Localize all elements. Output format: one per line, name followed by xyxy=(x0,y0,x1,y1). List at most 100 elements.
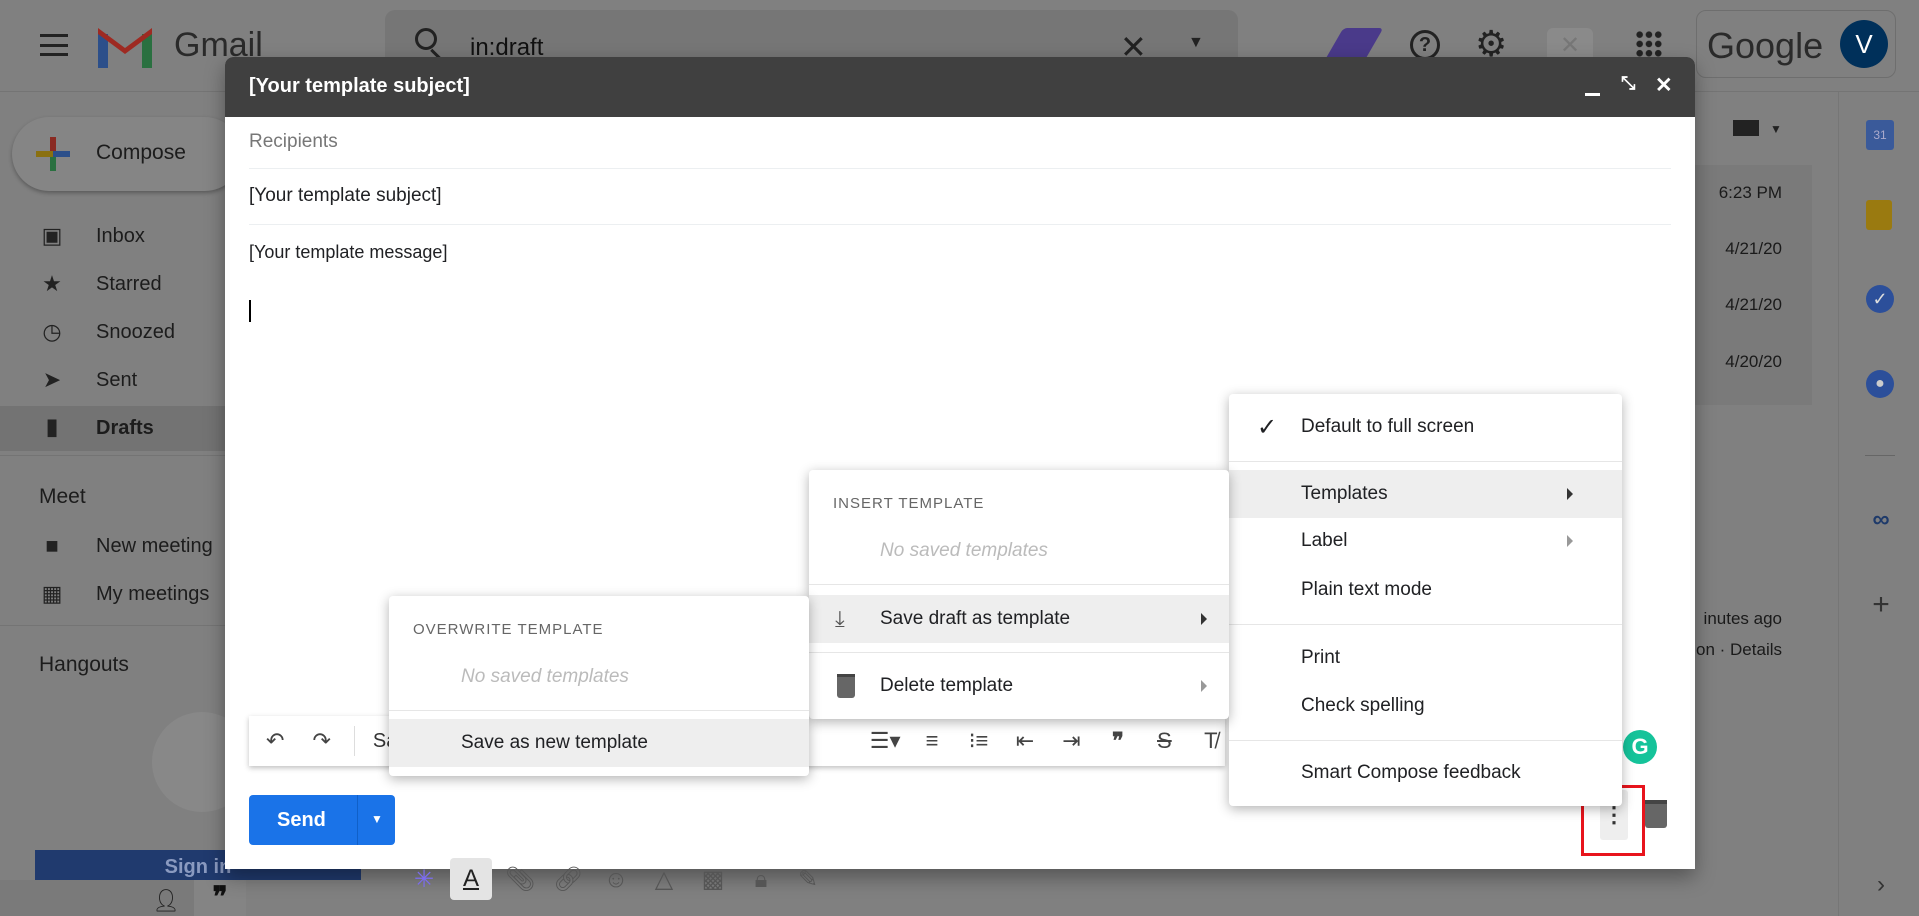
main-menu-icon[interactable] xyxy=(40,34,68,56)
calendar-icon: ▦ xyxy=(41,581,63,606)
search-options-icon[interactable]: ▼ xyxy=(1188,34,1204,52)
divider xyxy=(809,584,1229,585)
clock-icon: ◷ xyxy=(42,319,62,344)
exit-full-screen-icon[interactable]: ⤡ xyxy=(1621,73,1635,94)
confidential-mode-icon[interactable]: 🔒︎ xyxy=(746,865,776,895)
divider xyxy=(353,726,355,756)
help-icon[interactable]: ? xyxy=(1410,30,1440,60)
menu-item-plain-text-mode[interactable]: Plain text mode xyxy=(1229,566,1622,614)
menu-item-label: Print xyxy=(1301,647,1341,668)
insert-template-empty: No saved templates xyxy=(880,540,1048,561)
attach-icon[interactable]: 📎︎ xyxy=(505,865,535,895)
menu-item-label: Save as new template xyxy=(461,732,648,753)
submenu-arrow-icon xyxy=(1567,488,1573,500)
menu-item-templates[interactable]: Templates xyxy=(1229,470,1622,518)
zoho-addon-icon[interactable]: ∞ xyxy=(1866,505,1896,535)
sidebar-item-label: My meetings xyxy=(96,582,210,605)
strikethrough-icon[interactable]: S xyxy=(1150,728,1178,754)
sidebar-item-label: Sent xyxy=(96,368,138,391)
sidebar-item-label: Starred xyxy=(96,272,162,295)
side-panel-divider xyxy=(1838,92,1839,916)
get-addons-plus-icon[interactable]: + xyxy=(1866,590,1896,620)
sparkle-addon-icon[interactable]: ✳ xyxy=(409,865,439,895)
compose-button[interactable]: Compose xyxy=(12,117,242,191)
google-keep-icon[interactable] xyxy=(1866,200,1896,230)
sidebar-item-starred[interactable]: ★ Starred xyxy=(0,263,225,305)
compose-title: [Your template subject] xyxy=(249,75,470,97)
menu-item-label: Templates xyxy=(1301,483,1388,504)
signature-pen-icon[interactable]: ✎ xyxy=(793,865,823,895)
send-button[interactable]: Send ▼ xyxy=(249,795,395,845)
divider xyxy=(1229,461,1622,462)
sidebar-item-drafts[interactable]: ▮ Drafts xyxy=(0,406,225,451)
input-tools-keyboard-icon[interactable] xyxy=(1733,120,1759,136)
more-options-menu: ✓ Default to full screen Templates Label … xyxy=(1229,394,1622,806)
menu-item-label: Check spelling xyxy=(1301,695,1425,716)
numbered-list-icon[interactable]: ≡ xyxy=(918,728,946,754)
divider xyxy=(1229,624,1622,625)
sidebar-item-label: New meeting xyxy=(96,534,213,557)
email-date[interactable]: 4/20/20 xyxy=(1695,352,1812,372)
avatar[interactable]: V xyxy=(1840,20,1888,68)
google-tasks-icon[interactable]: ✓ xyxy=(1866,285,1896,315)
close-icon[interactable]: ✕ xyxy=(1655,73,1673,98)
grammarly-icon[interactable]: G xyxy=(1623,730,1657,764)
google-account-box[interactable]: Google V xyxy=(1696,10,1896,78)
hangouts-heading: Hangouts xyxy=(39,653,129,676)
send-label: Send xyxy=(277,809,326,831)
send-options-dropdown-icon[interactable]: ▼ xyxy=(371,812,383,826)
google-drive-icon[interactable]: △ xyxy=(649,865,679,895)
insert-link-icon[interactable]: 🔗︎ xyxy=(553,865,583,895)
email-date[interactable]: 6:23 PM xyxy=(1695,183,1812,203)
templates-submenu: INSERT TEMPLATE No saved templates ⤓ Save… xyxy=(809,470,1229,719)
menu-item-label[interactable]: Label xyxy=(1229,517,1622,565)
google-calendar-icon[interactable]: 31 xyxy=(1866,120,1896,150)
menu-item-label: Save draft as template xyxy=(880,608,1071,629)
menu-item-save-draft-as-template[interactable]: ⤓ Save draft as template xyxy=(809,595,1229,643)
menu-item-delete-template[interactable]: Delete template xyxy=(809,662,1229,710)
hangouts-quote-icon[interactable]: ❞ xyxy=(194,880,246,916)
emoji-icon[interactable]: ☺ xyxy=(601,865,631,895)
redo-icon[interactable]: ↷ xyxy=(307,728,335,754)
sidebar-item-my-meetings[interactable]: ▦ My meetings xyxy=(0,573,225,615)
insert-template-heading: INSERT TEMPLATE xyxy=(833,495,985,512)
search-icon[interactable] xyxy=(415,28,437,50)
details-link[interactable]: on · Details xyxy=(1695,640,1812,660)
expand-panel-chevron-icon[interactable]: › xyxy=(1866,870,1896,900)
formatting-options-icon[interactable]: A xyxy=(450,858,492,900)
undo-icon[interactable]: ↶ xyxy=(261,728,289,754)
discard-trash-icon[interactable] xyxy=(1645,800,1667,828)
sidebar-item-new-meeting[interactable]: ■ New meeting xyxy=(0,525,225,567)
sidebar-item-sent[interactable]: ➤ Sent xyxy=(0,359,225,401)
menu-item-default-full-screen[interactable]: ✓ Default to full screen xyxy=(1229,403,1622,451)
indent-more-icon[interactable]: ⇥ xyxy=(1057,728,1085,754)
menu-item-check-spelling[interactable]: Check spelling xyxy=(1229,682,1622,730)
divider xyxy=(1229,740,1622,741)
sidebar-item-snoozed[interactable]: ◷ Snoozed xyxy=(0,311,225,353)
quote-icon[interactable]: ❞ xyxy=(1104,728,1132,754)
email-date[interactable]: 4/21/20 xyxy=(1695,295,1812,315)
google-contacts-icon[interactable]: ● xyxy=(1866,370,1896,400)
subject-field[interactable]: [Your template subject] xyxy=(249,185,1671,225)
divider xyxy=(1865,455,1895,456)
remove-formatting-icon[interactable]: T̸ xyxy=(1197,728,1225,754)
menu-item-label: Label xyxy=(1301,530,1348,551)
email-date[interactable]: 4/21/20 xyxy=(1695,239,1812,259)
input-tools-dropdown-icon[interactable]: ▼ xyxy=(1770,122,1782,136)
insert-photo-icon[interactable]: ▩ xyxy=(698,865,728,895)
menu-item-label: Smart Compose feedback xyxy=(1301,762,1521,783)
recipients-field[interactable]: Recipients xyxy=(249,131,1671,169)
align-icon[interactable]: ☰▾ xyxy=(870,728,901,754)
submenu-arrow-icon xyxy=(1201,680,1207,692)
bulleted-list-icon[interactable]: ⁝≡ xyxy=(964,728,992,754)
apps-grid-icon[interactable] xyxy=(1635,30,1663,58)
minimize-icon[interactable] xyxy=(1585,93,1600,96)
sidebar-item-inbox[interactable]: ▣ Inbox xyxy=(0,215,225,257)
save-template-submenu: OVERWRITE TEMPLATE No saved templates Sa… xyxy=(389,596,809,776)
menu-item-label: Plain text mode xyxy=(1301,579,1432,600)
menu-item-save-as-new-template[interactable]: Save as new template xyxy=(389,719,809,767)
contacts-person-icon[interactable]: 👤︎ xyxy=(152,888,180,914)
indent-less-icon[interactable]: ⇤ xyxy=(1011,728,1039,754)
menu-item-smart-compose-feedback[interactable]: Smart Compose feedback xyxy=(1229,749,1622,797)
menu-item-print[interactable]: Print xyxy=(1229,634,1622,682)
